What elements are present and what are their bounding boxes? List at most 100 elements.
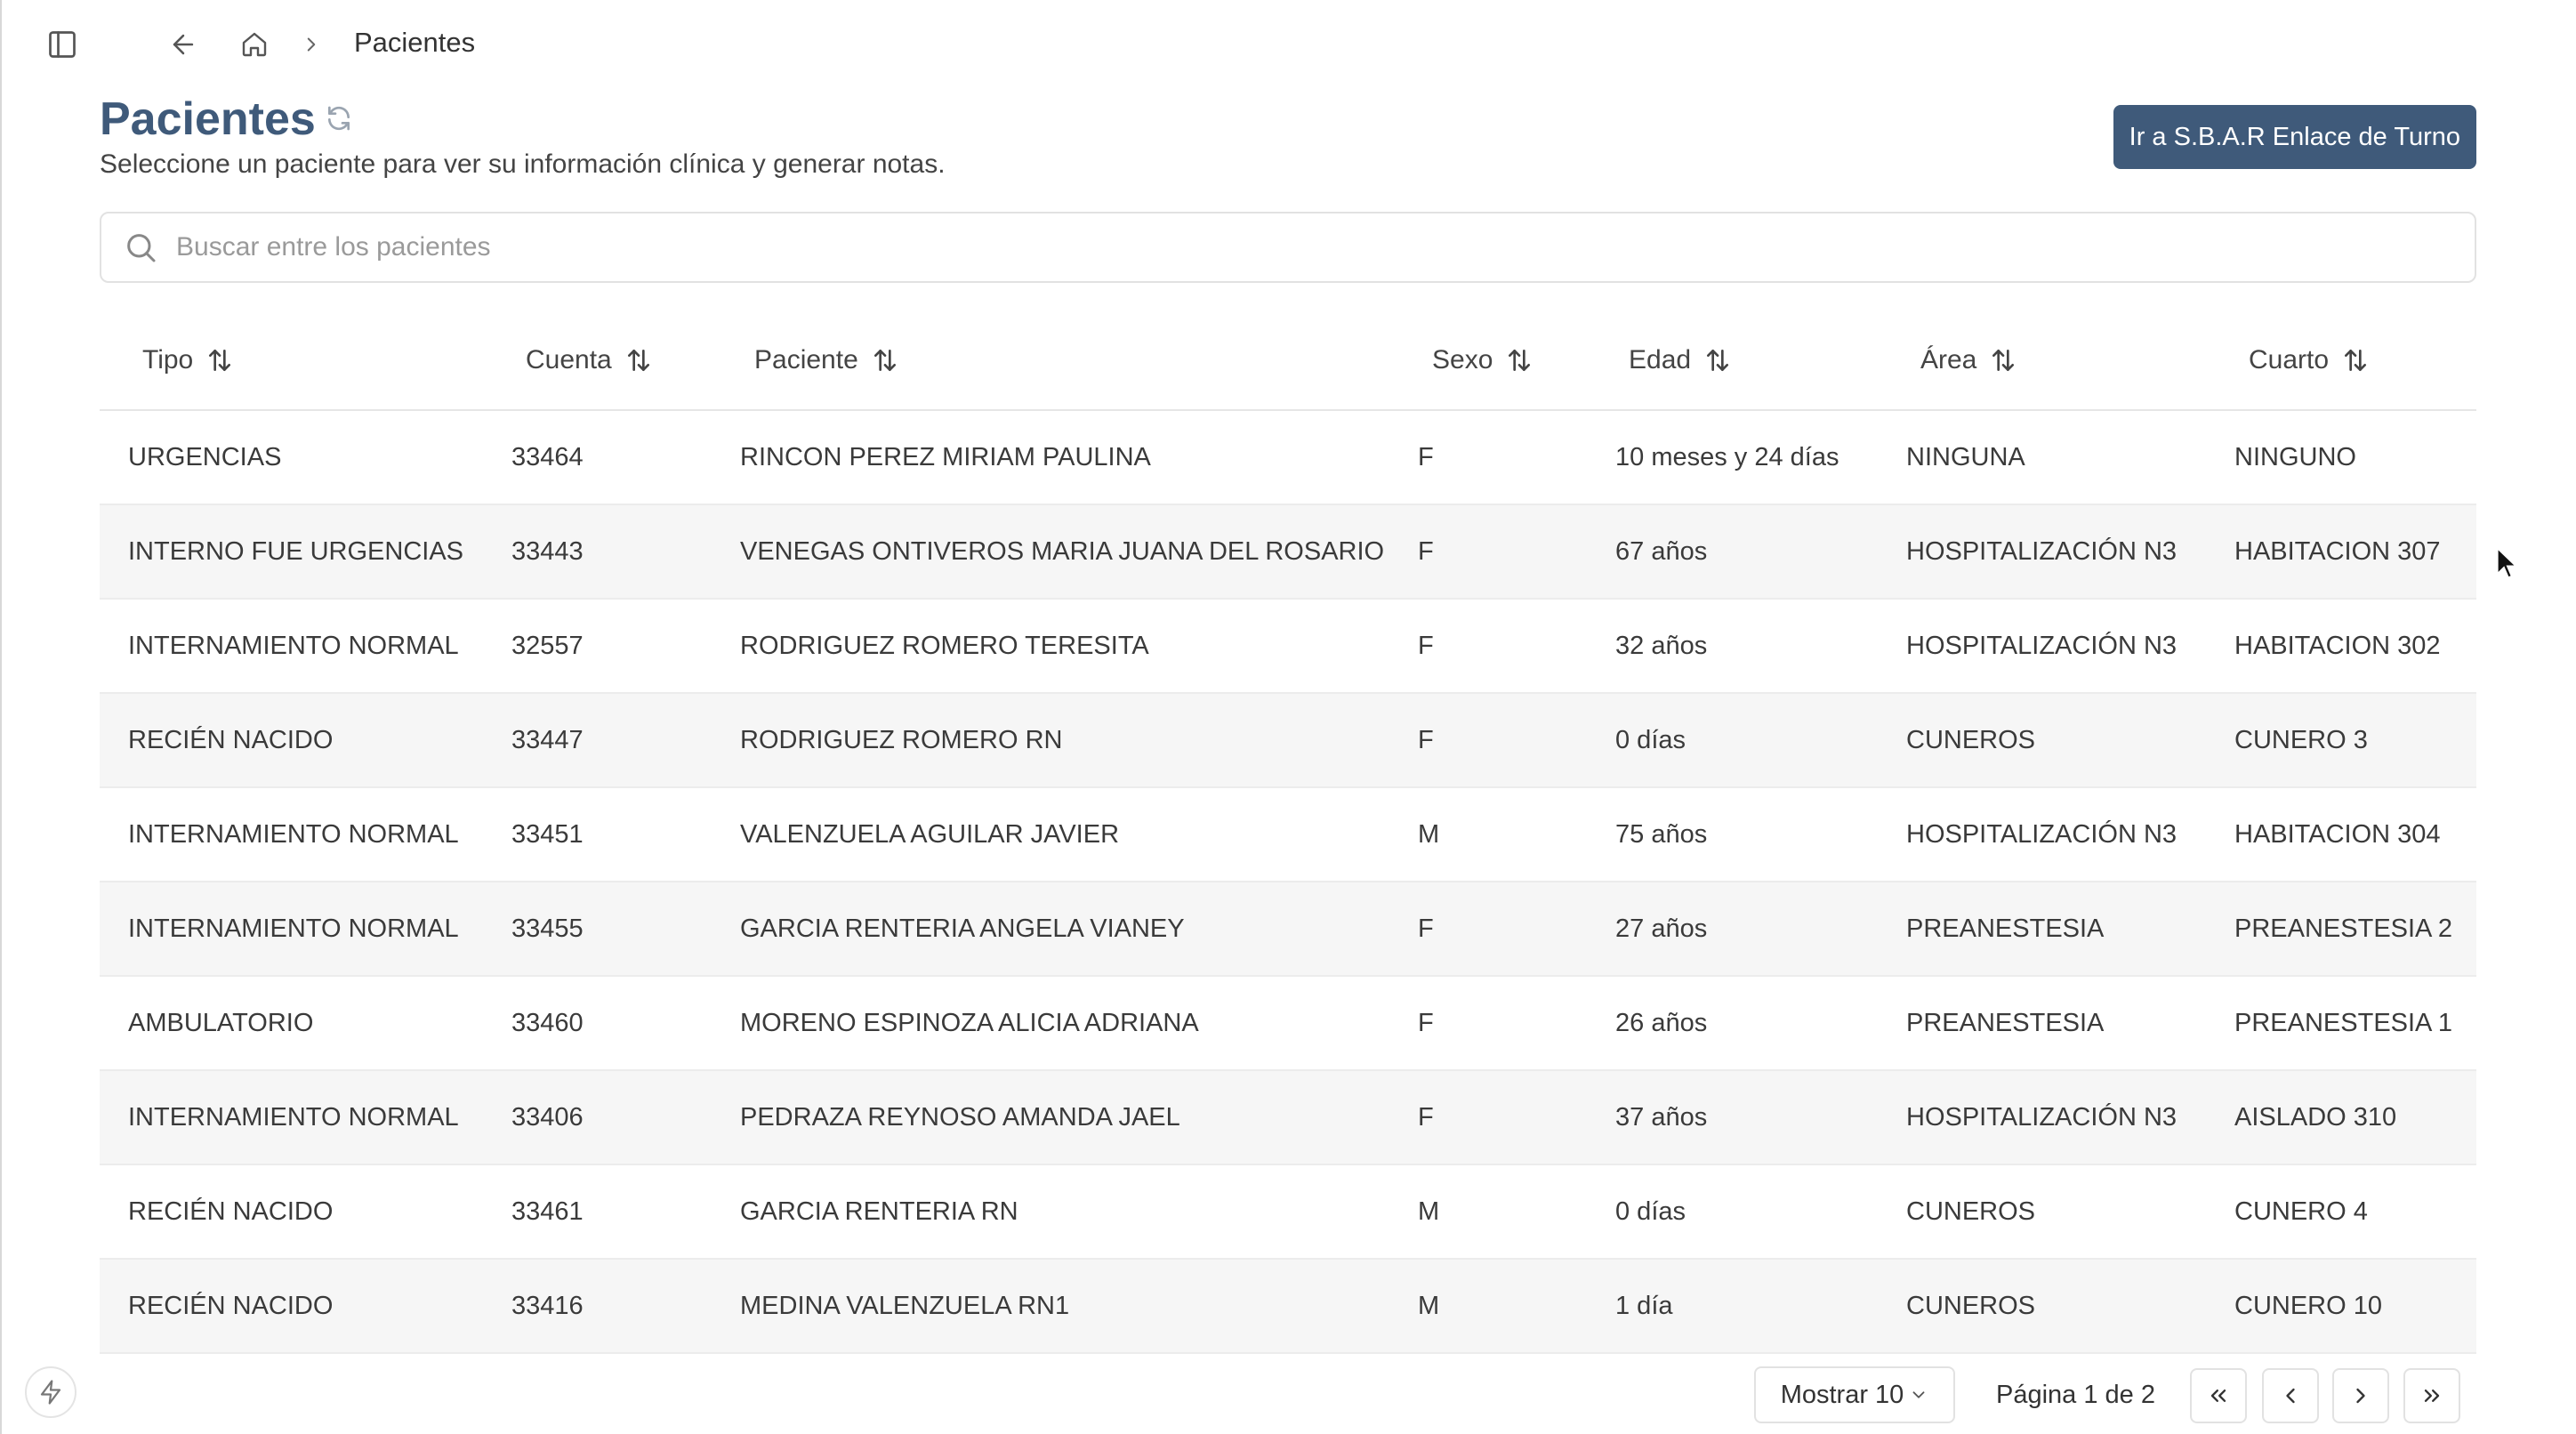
chevrons-left-icon — [2210, 1390, 2226, 1402]
cell-cuenta: 33464 — [511, 443, 584, 471]
cell-cuarto: AISLADO 310 — [2234, 1103, 2397, 1132]
table-row[interactable]: RECIÉN NACIDO 33416 MEDINA VALENZUELA RN1 M… — [100, 1260, 2476, 1354]
column-header-edad[interactable]: Edad — [1629, 345, 1732, 375]
cell-cuarto: CUNERO 3 — [2234, 726, 2368, 754]
cell-cuenta: 33455 — [511, 914, 584, 943]
home-icon — [242, 32, 267, 57]
arrow-left-icon — [173, 34, 194, 55]
cell-cuenta: 33443 — [511, 537, 584, 566]
cell-cuarto: PREANESTESIA 1 — [2234, 1009, 2452, 1037]
table-row[interactable]: AMBULATORIO 33460 MORENO ESPINOZA ALICIA A… — [100, 977, 2476, 1071]
breadcrumb-current: Pacientes — [354, 27, 476, 58]
table-row[interactable]: URGENCIAS 33464 RINCON PEREZ MIRIAM PAULIN… — [100, 411, 2476, 505]
cell-edad: 0 días — [1615, 726, 1686, 754]
page-size-label: Mostrar 10 — [1780, 1380, 1904, 1409]
cell-sexo: M — [1418, 1292, 1440, 1320]
cell-cuarto: CUNERO 4 — [2234, 1197, 2368, 1226]
cell-sexo: F — [1418, 632, 1434, 660]
refresh-button[interactable] — [324, 103, 354, 133]
column-header-label: Cuarto — [2249, 345, 2330, 375]
cell-area: NINGUNA — [1906, 443, 2025, 471]
next-page-button[interactable] — [2332, 1368, 2389, 1423]
bolt-icon — [40, 1380, 61, 1405]
column-header-cuarto[interactable]: Cuarto — [2249, 345, 2370, 375]
chevrons-right-icon — [2424, 1390, 2440, 1402]
column-header-cuenta[interactable]: Cuenta — [526, 345, 653, 375]
cell-cuarto: HABITACION 307 — [2234, 537, 2441, 566]
sort-icon — [1509, 350, 1531, 371]
sidebar-toggle-button[interactable] — [43, 25, 82, 64]
table-header: Tipo Cuenta Paciente Sexo Edad Área Cuarto — [100, 317, 2476, 411]
cell-tipo: INTERNAMIENTO NORMAL — [128, 1103, 459, 1132]
cell-sexo: F — [1418, 1103, 1434, 1132]
cell-tipo: INTERNAMIENTO NORMAL — [128, 632, 459, 660]
first-page-button[interactable] — [2190, 1368, 2247, 1423]
cell-sexo: F — [1418, 726, 1434, 754]
cell-tipo: RECIÉN NACIDO — [128, 726, 334, 754]
page-header: Pacientes Seleccione un paciente para ve… — [100, 89, 2476, 196]
cell-sexo: F — [1418, 537, 1434, 566]
previous-page-button[interactable] — [2262, 1368, 2319, 1423]
column-header-label: Sexo — [1432, 345, 1493, 375]
cell-sexo: M — [1418, 1197, 1440, 1226]
column-header-tipo[interactable]: Tipo — [142, 345, 234, 375]
cell-sexo: M — [1418, 820, 1440, 849]
table-row[interactable]: INTERNO FUE URGENCIAS 33443 VENEGAS ONTIVE… — [100, 505, 2476, 600]
cell-paciente: PEDRAZA REYNOSO AMANDA JAEL — [740, 1103, 1180, 1132]
cell-cuarto: NINGUNO — [2234, 443, 2356, 471]
cell-paciente: VENEGAS ONTIVEROS MARIA JUANA DEL ROSARI… — [740, 537, 1385, 566]
cell-cuarto: HABITACION 304 — [2234, 820, 2441, 849]
search-box[interactable] — [100, 212, 2476, 283]
table-row[interactable]: RECIÉN NACIDO 33461 GARCIA RENTERIA RN M 0 d… — [100, 1165, 2476, 1260]
cell-edad: 37 años — [1615, 1103, 1708, 1132]
cell-cuarto: HABITACION 302 — [2234, 632, 2441, 660]
table-row[interactable]: INTERNAMIENTO NORMAL 32557 RODRIGUEZ ROMER… — [100, 600, 2476, 694]
sbar-handoff-button[interactable]: Ir a S.B.A.R Enlace de Turno — [2113, 105, 2476, 169]
chevron-right-icon — [2356, 1388, 2365, 1404]
cell-area: HOSPITALIZACIÓN N3 — [1906, 820, 2178, 849]
quick-action-button[interactable] — [25, 1366, 76, 1418]
column-header-paciente[interactable]: Paciente — [754, 345, 899, 375]
cell-cuenta: 33451 — [511, 820, 584, 849]
cell-tipo: INTERNAMIENTO NORMAL — [128, 820, 459, 849]
chevron-left-icon — [2286, 1388, 2295, 1404]
cell-edad: 27 años — [1615, 914, 1708, 943]
last-page-button[interactable] — [2403, 1368, 2460, 1423]
cell-tipo: RECIÉN NACIDO — [128, 1292, 334, 1320]
cell-edad: 67 años — [1615, 537, 1708, 566]
search-input[interactable] — [176, 232, 2475, 262]
cell-paciente: MORENO ESPINOZA ALICIA ADRIANA — [740, 1009, 1199, 1037]
sort-icon — [1707, 350, 1729, 371]
sort-icon — [1992, 350, 2015, 371]
page-info: Página 1 de 2 — [1996, 1381, 2155, 1409]
cell-cuenta: 33447 — [511, 726, 584, 754]
cursor-icon — [2496, 546, 2519, 579]
patients-table: Tipo Cuenta Paciente Sexo Edad Área Cuarto URG… — [100, 317, 2476, 1354]
page-size-select[interactable]: Mostrar 10 — [1754, 1366, 1955, 1423]
table-row[interactable]: INTERNAMIENTO NORMAL 33451 VALENZUELA AGUI… — [100, 788, 2476, 882]
cell-edad: 10 meses y 24 días — [1615, 443, 1839, 471]
column-header-area[interactable]: Área — [1920, 345, 2017, 375]
cell-area: CUNEROS — [1906, 1197, 2036, 1226]
cell-sexo: F — [1418, 443, 1434, 471]
search-icon — [127, 234, 156, 262]
table-row[interactable]: INTERNAMIENTO NORMAL 33406 PEDRAZA REYNOSO… — [100, 1071, 2476, 1165]
page-subtitle: Seleccione un paciente para ver su infor… — [100, 149, 946, 179]
table-row[interactable]: RECIÉN NACIDO 33447 RODRIGUEZ ROMERO RN F 0 … — [100, 694, 2476, 788]
table-row[interactable]: INTERNAMIENTO NORMAL 33455 GARCIA RENTERIA… — [100, 882, 2476, 977]
cell-cuenta: 33406 — [511, 1103, 584, 1132]
column-header-label: Tipo — [142, 345, 194, 375]
breadcrumb-separator — [299, 28, 324, 60]
top-bar: Pacientes — [0, 0, 2576, 89]
cell-sexo: F — [1418, 914, 1434, 943]
cell-tipo: URGENCIAS — [128, 443, 282, 471]
breadcrumb-home[interactable] — [235, 25, 274, 64]
cell-sexo: F — [1418, 1009, 1434, 1037]
cell-area: PREANESTESIA — [1906, 914, 2105, 943]
cell-area: CUNEROS — [1906, 726, 2036, 754]
window-edge — [0, 0, 2, 1434]
cell-area: HOSPITALIZACIÓN N3 — [1906, 1103, 2178, 1132]
column-header-sexo[interactable]: Sexo — [1432, 345, 1534, 375]
back-button[interactable] — [164, 25, 203, 64]
cell-area: CUNEROS — [1906, 1292, 2036, 1320]
